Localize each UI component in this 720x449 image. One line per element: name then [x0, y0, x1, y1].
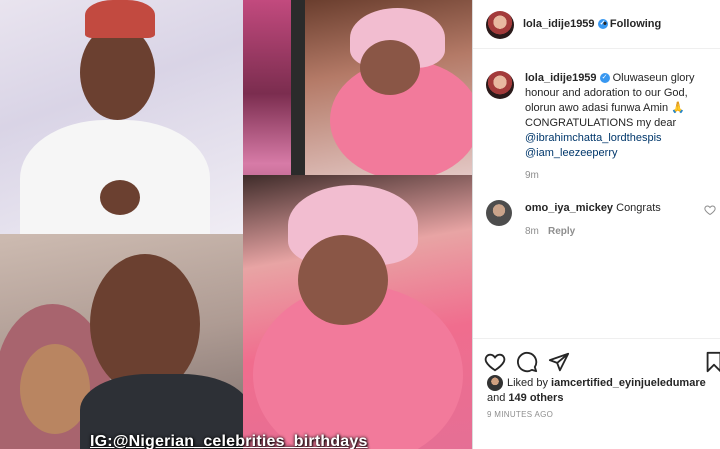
photo-baby-bottom — [243, 175, 472, 449]
post-media[interactable]: IG:@Nigerian_celebrities_birthdays — [0, 0, 472, 449]
mention-link[interactable]: @iam_leezeeperry — [525, 146, 715, 161]
liker-username[interactable]: iamcertified_eyinjueledumare — [551, 377, 706, 389]
likes-summary: Liked by iamcertified_eyinjueledumare an… — [487, 375, 720, 406]
caption: lola_idije1959 ✓ Oluwaseun glory honour a… — [525, 71, 715, 161]
dot-separator: • — [603, 18, 610, 30]
comment-icon[interactable] — [516, 351, 538, 373]
author-avatar[interactable] — [486, 11, 514, 39]
photo-man-cap — [0, 0, 243, 234]
reply-button[interactable]: Reply — [548, 226, 575, 237]
photo-baby-top — [305, 0, 472, 175]
post-header: lola_idije1959 ✓ • Following — [473, 0, 720, 49]
commenter-avatar[interactable] — [486, 200, 512, 226]
post-side-panel: lola_idije1959 ✓ • Following lola_idije19… — [472, 0, 720, 449]
liker-avatar[interactable] — [487, 375, 503, 391]
caption-time: 9m — [525, 170, 539, 181]
caption-username[interactable]: lola_idije1959 — [525, 72, 597, 84]
comment: omo_iya_mickey Congrats — [525, 202, 661, 214]
comment-username[interactable]: omo_iya_mickey — [525, 202, 613, 214]
share-icon[interactable] — [548, 351, 570, 373]
watermark-text: IG:@Nigerian_celebrities_birthdays — [90, 433, 368, 449]
liked-by-label: Liked by — [507, 376, 548, 389]
small-heart-icon[interactable] — [704, 204, 716, 216]
author-username[interactable]: lola_idije1959 ✓ — [523, 18, 608, 30]
post-timestamp: 9 MINUTES AGO — [487, 410, 554, 419]
likes-conj: and — [487, 392, 506, 404]
comment-text: Congrats — [616, 202, 661, 214]
photo-couple-selfie — [0, 234, 243, 449]
comment-time: 8m — [525, 226, 539, 237]
caption-avatar[interactable] — [486, 71, 514, 99]
follow-state-label[interactable]: Following — [610, 18, 661, 30]
bookmark-icon[interactable] — [703, 351, 720, 373]
author-name[interactable]: lola_idije1959 — [523, 18, 595, 30]
likes-others-link[interactable]: 149 others — [508, 392, 563, 404]
verified-icon: ✓ — [599, 73, 610, 84]
heart-icon[interactable] — [484, 351, 506, 373]
following-button[interactable]: • Following — [603, 18, 661, 30]
mention-link[interactable]: @ibrahimchatta_lordthespis — [525, 131, 715, 146]
action-bar — [473, 338, 720, 379]
